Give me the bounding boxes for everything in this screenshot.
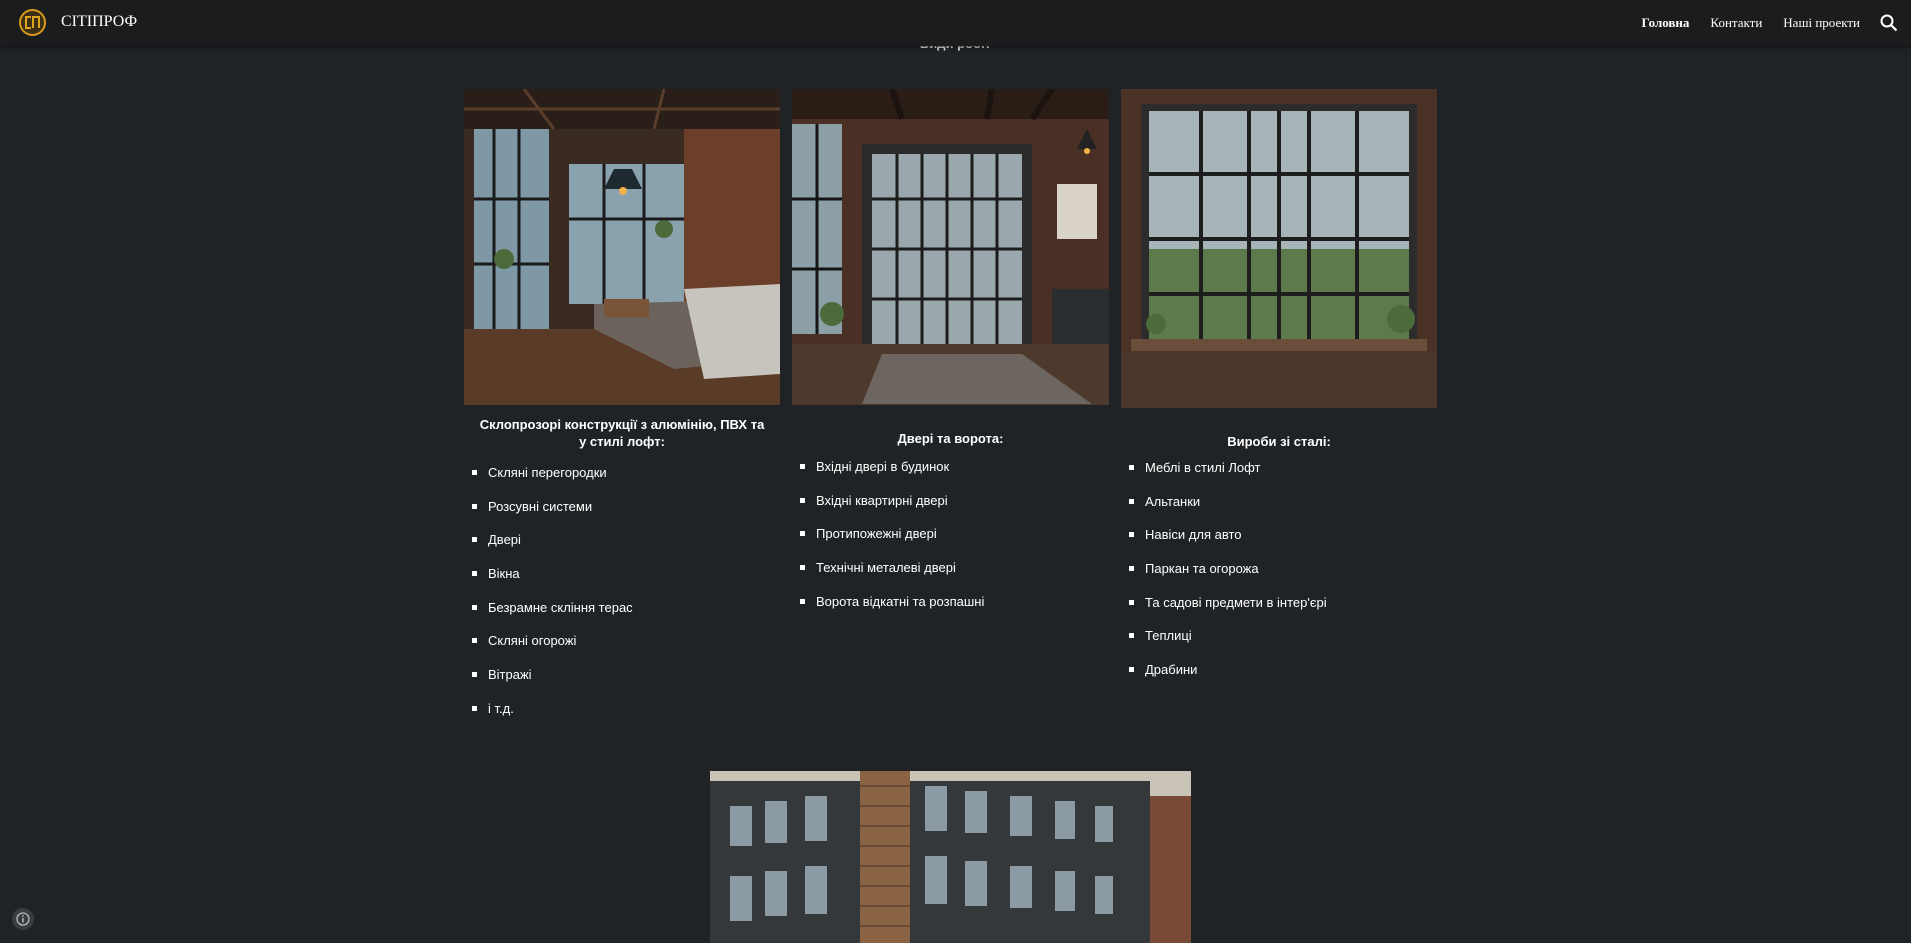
door-interior-image bbox=[792, 89, 1109, 405]
list-item: Теплиці bbox=[1127, 627, 1437, 661]
list-item: Паркан та огорожа bbox=[1127, 560, 1437, 594]
service-list: Скляні перегородки Розсувні системи Двер… bbox=[470, 464, 780, 734]
list-item: Технічні металеві двері bbox=[798, 559, 1109, 593]
logo-icon[interactable] bbox=[19, 9, 46, 36]
list-item: Безрамне скління терас bbox=[470, 599, 780, 633]
column-title: Двері та ворота: bbox=[897, 431, 1004, 446]
info-icon[interactable] bbox=[12, 908, 34, 930]
nav-projects[interactable]: Наші проекти bbox=[1783, 15, 1860, 31]
list-item: Скляні перегородки bbox=[470, 464, 780, 498]
service-column-doors: Двері та ворота: Вхідні двері в будинок … bbox=[792, 89, 1109, 626]
list-item: Альтанки bbox=[1127, 493, 1437, 527]
list-item: Вітражі bbox=[470, 666, 780, 700]
nav-contacts[interactable]: Контакти bbox=[1710, 15, 1762, 31]
list-item: Скляні огорожі bbox=[470, 632, 780, 666]
column-title: Вироби зі сталі: bbox=[1227, 434, 1331, 449]
search-icon[interactable] bbox=[1879, 13, 1899, 33]
list-item: Ворота відкатні та розпашні bbox=[798, 593, 1109, 627]
scrollbar[interactable] bbox=[1905, 46, 1911, 943]
window-interior-image bbox=[1121, 89, 1437, 408]
column-title: Склопрозорі конструкції з алюмінію, ПВХ … bbox=[479, 417, 765, 449]
site-title[interactable]: СІТІПРОФ bbox=[61, 13, 137, 31]
list-item: Розсувні системи bbox=[470, 498, 780, 532]
building-image bbox=[710, 771, 1191, 943]
list-item: Вхідні квартирні двері bbox=[798, 492, 1109, 526]
list-item: Меблі в стилі Лофт bbox=[1127, 459, 1437, 493]
list-item: і т.д. bbox=[470, 700, 780, 734]
list-item: Вхідні двері в будинок bbox=[798, 458, 1109, 492]
nav-home[interactable]: Головна bbox=[1641, 15, 1689, 31]
service-list: Меблі в стилі Лофт Альтанки Навіси для а… bbox=[1127, 459, 1437, 695]
service-column-steel: Вироби зі сталі: Меблі в стилі Лофт Альт… bbox=[1121, 89, 1437, 695]
list-item: Вікна bbox=[470, 565, 780, 599]
top-bar: СІТІПРОФ Головна Контакти Наші проекти bbox=[0, 0, 1911, 46]
list-item: Протипожежні двері bbox=[798, 525, 1109, 559]
list-item: Та садові предмети в інтер'єрі bbox=[1127, 594, 1437, 628]
service-column-glass: Склопрозорі конструкції з алюмінію, ПВХ … bbox=[464, 89, 780, 734]
list-item: Драбини bbox=[1127, 661, 1437, 695]
loft-interior-image bbox=[464, 89, 780, 405]
main-nav: Головна Контакти Наші проекти bbox=[1641, 15, 1860, 31]
list-item: Навіси для авто bbox=[1127, 526, 1437, 560]
list-item: Двері bbox=[470, 531, 780, 565]
service-list: Вхідні двері в будинок Вхідні квартирні … bbox=[798, 458, 1109, 626]
